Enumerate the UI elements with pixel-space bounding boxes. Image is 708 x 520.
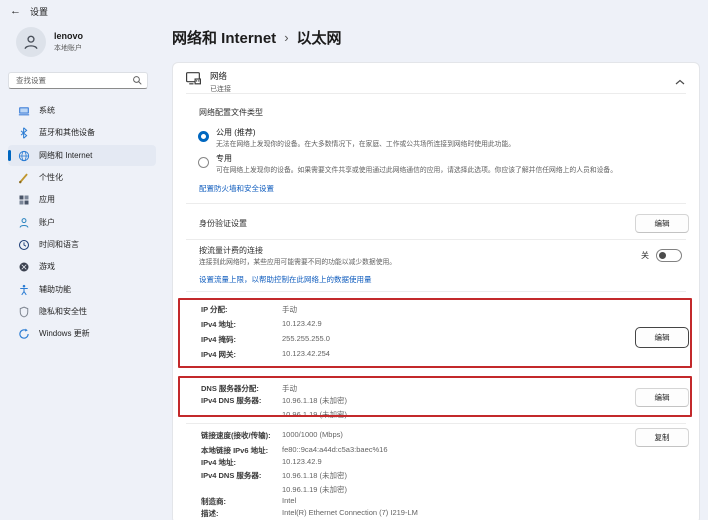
bluetooth-icon — [18, 127, 30, 139]
user-profile[interactable]: lenovo 本地账户 — [16, 27, 83, 57]
sidebar-item-label: 隐私和安全性 — [39, 306, 87, 317]
page-title: 以太网 — [297, 27, 342, 48]
sidebar-item-gaming[interactable]: 游戏 — [8, 256, 156, 277]
accessibility-icon — [18, 284, 30, 296]
radio-public-label[interactable]: 公用 (推荐) — [216, 127, 256, 138]
breadcrumb-separator: › — [284, 30, 288, 45]
sidebar-item-label: 网络和 Internet — [39, 150, 92, 161]
radio-public[interactable] — [198, 129, 209, 147]
sidebar-item-label: 账户 — [39, 217, 55, 228]
metered-connection-description: 连接到此网络时，某些应用可能需要不同的功能以减少数据使用。 — [199, 256, 396, 266]
sidebar-item-label: 游戏 — [39, 261, 55, 272]
app-title: 设置 — [30, 5, 48, 18]
dns-server-2: 10.96.1.19 (未加密) — [282, 484, 347, 495]
auth-settings-title: 身份验证设置 — [199, 218, 247, 229]
data-limit-link[interactable]: 设置流量上限，以帮助控制在此网络上的数据使用量 — [199, 274, 372, 285]
dns-server-1: 10.96.1.18 (未加密) — [282, 470, 347, 481]
sidebar-item-personalization[interactable]: 个性化 — [8, 167, 156, 188]
divider — [186, 203, 686, 204]
sidebar-item-time-language[interactable]: 时间和语言 — [8, 234, 156, 255]
avatar — [16, 27, 46, 57]
search-input[interactable] — [8, 72, 148, 89]
radio-private[interactable] — [198, 155, 209, 173]
toggle-state-label: 关 — [641, 250, 649, 261]
ethernet-adapter-icon — [185, 70, 202, 92]
row-label: 制造商: — [201, 496, 282, 507]
network-card-header[interactable]: 网络 已连接 — [210, 70, 231, 94]
dns-servers-detail-row: IPv4 DNS 服务器: 10.96.1.18 (未加密) 10.96.1.1… — [201, 470, 589, 498]
ethernet-card: 网络 已连接 网络配置文件类型 公用 (推荐) 无法在网络上发现你的设备。在大多… — [172, 62, 700, 520]
row-label: IPv4 DNS 服务器: — [201, 470, 282, 481]
ipv6-address-row: 本地链接 IPv6 地址: fe80::9ca4:a44d:c5a3:baec%… — [201, 445, 589, 456]
breadcrumb-root[interactable]: 网络和 Internet — [172, 27, 276, 48]
chevron-up-icon[interactable] — [675, 73, 685, 91]
row-label: 链接速度(接收/传输): — [201, 430, 282, 441]
apps-grid-icon — [18, 194, 30, 206]
back-button[interactable]: ← — [10, 6, 21, 17]
globe-icon — [18, 150, 30, 162]
sidebar-item-privacy-security[interactable]: 隐私和安全性 — [8, 301, 156, 322]
row-value: 10.123.42.9 — [282, 457, 322, 466]
annotation-box-dns-servers — [178, 376, 692, 417]
sidebar-item-accessibility[interactable]: 辅助功能 — [8, 279, 156, 300]
row-label: 本地链接 IPv6 地址: — [201, 445, 282, 456]
user-account-type: 本地账户 — [54, 43, 83, 53]
sidebar-item-label: 应用 — [39, 194, 55, 205]
brush-icon — [18, 172, 30, 184]
shield-icon — [18, 306, 30, 318]
description-row: 描述: Intel(R) Ethernet Connection (7) I21… — [201, 508, 589, 519]
sidebar-item-label: 蓝牙和其他设备 — [39, 127, 95, 138]
network-card-title: 网络 — [210, 70, 231, 82]
row-value: fe80::9ca4:a44d:c5a3:baec%16 — [282, 445, 388, 454]
profile-section-title: 网络配置文件类型 — [199, 107, 263, 118]
sidebar-item-label: 辅助功能 — [39, 284, 71, 295]
metered-toggle[interactable] — [656, 249, 682, 262]
breadcrumb: 网络和 Internet › 以太网 — [172, 27, 342, 48]
user-name: lenovo — [54, 31, 83, 41]
radio-private-label[interactable]: 专用 — [216, 153, 232, 164]
copy-button[interactable]: 复制 — [635, 428, 689, 447]
sidebar-item-label: Windows 更新 — [39, 328, 90, 339]
annotation-box-ip-assignment — [178, 298, 692, 368]
divider — [186, 93, 686, 94]
row-label: 描述: — [201, 508, 282, 519]
divider — [186, 291, 686, 292]
link-speed-row: 链接速度(接收/传输): 1000/1000 (Mbps) — [201, 430, 589, 441]
sync-icon — [18, 328, 30, 340]
divider — [186, 423, 686, 424]
sidebar-item-network-internet[interactable]: 网络和 Internet — [8, 145, 156, 166]
radio-public-description: 无法在网络上发现你的设备。在大多数情况下，在家庭、工作或公共场所连接到网络时使用… — [216, 138, 515, 148]
row-value: Intel(R) Ethernet Connection (7) I219-LM — [282, 508, 418, 517]
row-label: IPv4 地址: — [201, 457, 282, 468]
sidebar-item-system[interactable]: 系统 — [8, 100, 156, 121]
manufacturer-row: 制造商: Intel — [201, 496, 589, 507]
system-icon — [18, 105, 30, 117]
person-icon — [18, 217, 30, 229]
sidebar-item-label: 时间和语言 — [39, 239, 79, 250]
sidebar-item-apps[interactable]: 应用 — [8, 189, 156, 210]
row-value: Intel — [282, 496, 296, 505]
sidebar-item-accounts[interactable]: 账户 — [8, 212, 156, 233]
titlebar: ← 设置 — [10, 5, 48, 18]
settings-window: ← 设置 lenovo 本地账户 系统 蓝牙和其他设备 网络和 Internet… — [0, 0, 708, 520]
row-value: 1000/1000 (Mbps) — [282, 430, 343, 439]
radio-private-description: 可在网络上发现你的设备。如果需要文件共享或使用通过此网络通信的应用，请选择此选项… — [216, 164, 617, 174]
sidebar-item-bluetooth[interactable]: 蓝牙和其他设备 — [8, 122, 156, 143]
firewall-settings-link[interactable]: 配置防火墙和安全设置 — [199, 183, 274, 194]
auth-edit-button[interactable]: 编辑 — [635, 214, 689, 233]
search-box — [8, 70, 148, 87]
ipv4-address-detail-row: IPv4 地址: 10.123.42.9 — [201, 457, 589, 468]
xbox-icon — [18, 261, 30, 273]
sidebar-item-label: 个性化 — [39, 172, 63, 183]
sidebar-item-windows-update[interactable]: Windows 更新 — [8, 323, 156, 344]
search-icon — [132, 73, 143, 91]
divider — [186, 239, 686, 240]
metered-connection-title: 按流量计费的连接 — [199, 245, 263, 256]
sidebar-item-label: 系统 — [39, 105, 55, 116]
clock-icon — [18, 239, 30, 251]
